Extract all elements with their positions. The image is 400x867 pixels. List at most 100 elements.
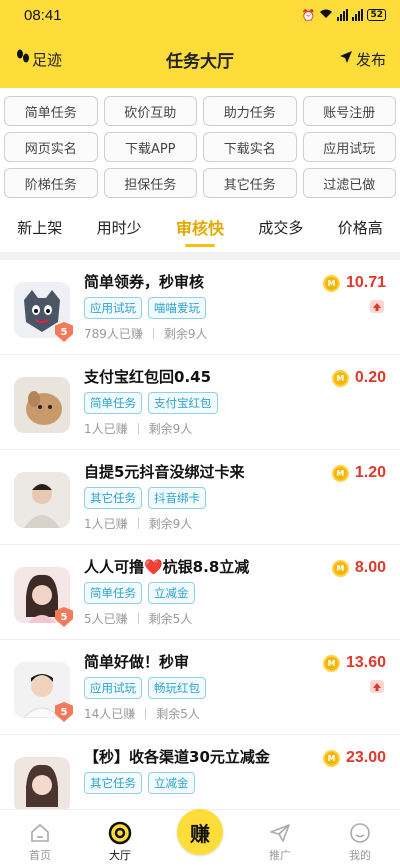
task-remaining: 剩余5人 <box>148 612 193 626</box>
task-price: M 1.20 <box>331 464 386 482</box>
task-earned: 789人已赚 <box>84 327 143 341</box>
coin-icon: M <box>322 274 340 292</box>
send-icon <box>339 50 353 68</box>
task-amount: 13.60 <box>345 654 386 671</box>
task-tag: 简单任务 <box>84 392 142 414</box>
alarm-icon: ⏰ <box>301 8 316 22</box>
task-amount: 8.00 <box>354 559 386 576</box>
category-ladder[interactable]: 阶梯任务 <box>4 168 98 198</box>
category-filter-done[interactable]: 过滤已做 <box>302 168 396 198</box>
coin-icon: M <box>322 654 340 672</box>
nav-home[interactable]: 首页 <box>10 821 70 863</box>
task-tag: 畅玩红包 <box>148 677 206 699</box>
status-bar: 08:41 ⏰ 52 <box>0 0 400 30</box>
category-download-app[interactable]: 下载APP <box>103 132 197 162</box>
header: 08:41 ⏰ 52 足迹 任务大厅 发布 <box>0 0 400 88</box>
level-badge: 5 <box>55 322 73 342</box>
earn-button[interactable]: 赚 <box>177 809 223 855</box>
task-item[interactable]: 5 简单好做！秒审 应用试玩 畅玩红包 14人已赚 剩余5人 M 13.60 <box>0 640 400 735</box>
category-register[interactable]: 账号注册 <box>302 96 396 126</box>
task-avatar: 5 <box>14 662 73 722</box>
task-amount: 23.00 <box>345 749 386 766</box>
nav-home-label: 首页 <box>29 849 51 862</box>
sort-tab-less-time[interactable]: 用时少 <box>93 211 146 244</box>
task-remaining: 剩余5人 <box>156 707 200 721</box>
wifi-icon <box>319 8 333 22</box>
coin-icon: M <box>331 559 349 577</box>
coin-icon: M <box>322 749 340 767</box>
signal-icon-2 <box>352 9 364 21</box>
home-icon <box>28 821 52 845</box>
task-tag: 其它任务 <box>84 772 142 794</box>
status-time: 08:41 <box>24 6 62 24</box>
task-tag: 立减金 <box>148 772 195 794</box>
nav-earn[interactable]: 赚 <box>170 809 230 863</box>
task-price: M 10.71 <box>322 274 386 292</box>
footprint-label: 足迹 <box>32 50 63 69</box>
task-remaining: 剩余9人 <box>148 517 193 531</box>
task-item[interactable]: 5 人人可撸❤️杭银8.8立减 简单任务 立减金 5人已赚 剩余5人 M 8.0… <box>0 545 400 640</box>
task-tag: 支付宝红包 <box>148 392 218 414</box>
task-price: M 0.20 <box>331 369 386 387</box>
category-other[interactable]: 其它任务 <box>203 168 297 198</box>
nav-hall[interactable]: 大厅 <box>90 821 150 863</box>
task-item[interactable]: 5 简单领券，秒审核 应用试玩 喵喵爱玩 789人已赚 剩余9人 M 10.71 <box>0 260 400 355</box>
task-avatar: 5 <box>14 567 73 627</box>
task-amount: 1.20 <box>354 464 386 481</box>
category-download-realname[interactable]: 下载实名 <box>203 132 297 162</box>
publish-label: 发布 <box>355 50 386 69</box>
task-list: 5 简单领券，秒审核 应用试玩 喵喵爱玩 789人已赚 剩余9人 M 10.71… <box>0 260 400 830</box>
footprint-icon <box>16 49 30 69</box>
sort-tab-high-price[interactable]: 价格高 <box>334 211 387 244</box>
nav-hall-label: 大厅 <box>109 849 131 862</box>
task-remaining: 剩余9人 <box>148 422 193 436</box>
profile-icon <box>348 821 372 845</box>
category-grid: 简单任务 砍价互助 助力任务 账号注册 网页实名 下载APP 下载实名 应用试玩… <box>0 88 400 198</box>
category-simple[interactable]: 简单任务 <box>4 96 98 126</box>
task-avatar: 5 <box>14 282 73 342</box>
publish-button[interactable]: 发布 <box>339 49 386 70</box>
task-earned: 1人已赚 <box>84 422 128 436</box>
task-item[interactable]: 自提5元抖音没绑过卡来 其它任务 抖音绑卡 1人已赚 剩余9人 M 1.20 <box>0 450 400 545</box>
signal-icon <box>337 9 349 21</box>
task-price: M 23.00 <box>322 749 386 767</box>
divider <box>0 252 400 260</box>
category-assist[interactable]: 助力任务 <box>203 96 297 126</box>
task-tag: 抖音绑卡 <box>148 487 206 509</box>
nav-bar: 足迹 任务大厅 发布 <box>0 30 400 88</box>
task-price: M 13.60 <box>322 654 386 672</box>
person-avatar-icon <box>24 484 60 528</box>
paper-plane-icon <box>268 821 292 845</box>
footprint-button[interactable]: 足迹 <box>16 49 62 70</box>
hall-icon <box>108 821 132 845</box>
status-icons: ⏰ 52 <box>302 8 386 22</box>
task-earned: 14人已赚 <box>84 707 136 721</box>
nav-promote-label: 推广 <box>269 849 291 862</box>
task-price: M 8.00 <box>331 559 386 577</box>
task-amount: 0.20 <box>354 369 386 386</box>
task-tag: 其它任务 <box>84 487 142 509</box>
task-remaining: 剩余9人 <box>163 327 208 341</box>
nav-promote[interactable]: 推广 <box>250 821 310 863</box>
girl-avatar-icon <box>26 764 58 807</box>
sort-tab-fast-review[interactable]: 审核快 <box>172 209 228 247</box>
sort-tab-newest[interactable]: 新上架 <box>13 211 66 244</box>
task-tag: 立减金 <box>148 582 195 604</box>
task-avatar <box>14 757 70 813</box>
task-tag: 简单任务 <box>84 582 142 604</box>
task-avatar <box>14 472 70 528</box>
task-tag: 应用试玩 <box>84 297 142 319</box>
nav-mine[interactable]: 我的 <box>330 821 390 863</box>
nav-mine-label: 我的 <box>349 849 371 862</box>
category-bargain[interactable]: 砍价互助 <box>103 96 197 126</box>
category-guarantee[interactable]: 担保任务 <box>103 168 197 198</box>
category-app-trial[interactable]: 应用试玩 <box>302 132 396 162</box>
bottom-nav: 首页 大厅 赚 推广 我的 <box>0 809 400 867</box>
task-tag: 应用试玩 <box>84 677 142 699</box>
task-item[interactable]: 支付宝红包回0.45 简单任务 支付宝红包 1人已赚 剩余9人 M 0.20 <box>0 355 400 450</box>
pin-top-icon <box>370 300 384 313</box>
category-web-realname[interactable]: 网页实名 <box>4 132 98 162</box>
sort-tab-most-deals[interactable]: 成交多 <box>254 211 307 244</box>
task-amount: 10.71 <box>345 274 386 291</box>
task-avatar <box>14 377 70 433</box>
